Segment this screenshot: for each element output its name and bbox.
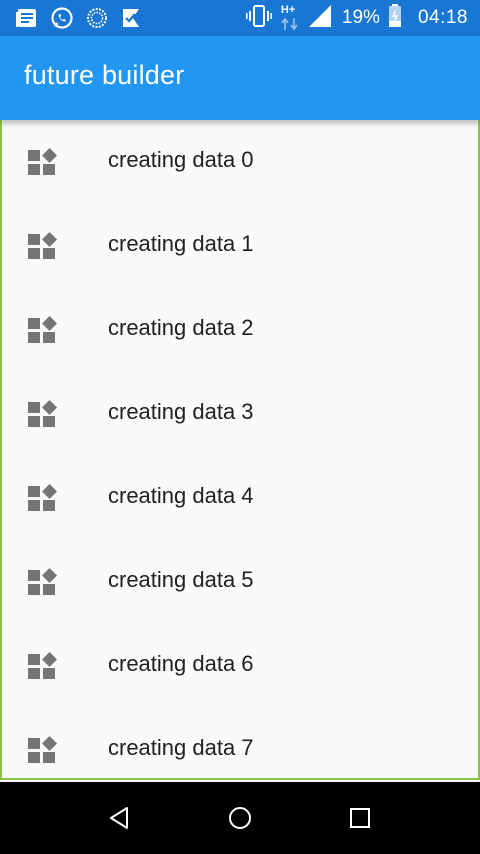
app-bar: future builder bbox=[0, 36, 480, 120]
battery-percent: 19% bbox=[341, 7, 380, 28]
home-icon[interactable] bbox=[228, 806, 252, 830]
sync-circle-icon bbox=[86, 7, 108, 29]
list-item-label: creating data 3 bbox=[108, 399, 254, 424]
tasks-check-icon bbox=[120, 7, 142, 29]
widgets-icon bbox=[28, 484, 58, 512]
list-item-label: creating data 5 bbox=[108, 567, 254, 592]
list-item[interactable]: creating data 1 bbox=[2, 204, 478, 288]
back-icon[interactable] bbox=[108, 806, 132, 830]
list-item-label: creating data 6 bbox=[108, 651, 254, 676]
list-item-label: creating data 4 bbox=[108, 483, 254, 508]
list-item-label: creating data 1 bbox=[108, 231, 254, 256]
vibrate-icon bbox=[245, 4, 272, 33]
network-type-label: H+ bbox=[280, 4, 296, 16]
list-item-label: creating data 2 bbox=[108, 315, 254, 340]
widgets-icon bbox=[28, 568, 58, 596]
list-item[interactable]: creating data 3 bbox=[2, 372, 478, 456]
status-bar: H+ 19% 04:18 bbox=[0, 0, 480, 36]
app-bar-title: future builder bbox=[24, 60, 185, 90]
future-builder-list[interactable]: creating data 0 creating data 1 creating… bbox=[0, 120, 480, 780]
clock: 04:18 bbox=[417, 7, 468, 28]
data-arrows-icon: H+ bbox=[280, 4, 300, 31]
list-item[interactable]: creating data 4 bbox=[2, 456, 478, 540]
system-indicators: H+ 19% 04:18 bbox=[245, 0, 468, 36]
widgets-icon bbox=[28, 652, 58, 680]
list-item-label: creating data 0 bbox=[108, 147, 254, 172]
system-nav-bar bbox=[0, 782, 480, 854]
whatsapp-icon bbox=[50, 6, 74, 30]
notification-icons bbox=[16, 6, 142, 30]
list-item-label: creating data 7 bbox=[108, 735, 254, 760]
widgets-icon bbox=[28, 232, 58, 260]
widgets-icon bbox=[28, 400, 58, 428]
battery-charging-icon bbox=[388, 3, 402, 33]
widgets-icon bbox=[28, 148, 58, 176]
news-icon bbox=[16, 7, 38, 29]
list-item[interactable]: creating data 6 bbox=[2, 624, 478, 708]
widgets-icon bbox=[28, 316, 58, 344]
list-item[interactable]: creating data 2 bbox=[2, 288, 478, 372]
recents-icon[interactable] bbox=[348, 806, 372, 830]
list-item[interactable]: creating data 7 bbox=[2, 708, 478, 778]
screen: H+ 19% 04:18 future builder creating dat… bbox=[0, 0, 480, 854]
list-item[interactable]: creating data 0 bbox=[2, 120, 478, 204]
widgets-icon bbox=[28, 736, 58, 764]
signal-icon bbox=[308, 4, 332, 33]
list-item[interactable]: creating data 5 bbox=[2, 540, 478, 624]
